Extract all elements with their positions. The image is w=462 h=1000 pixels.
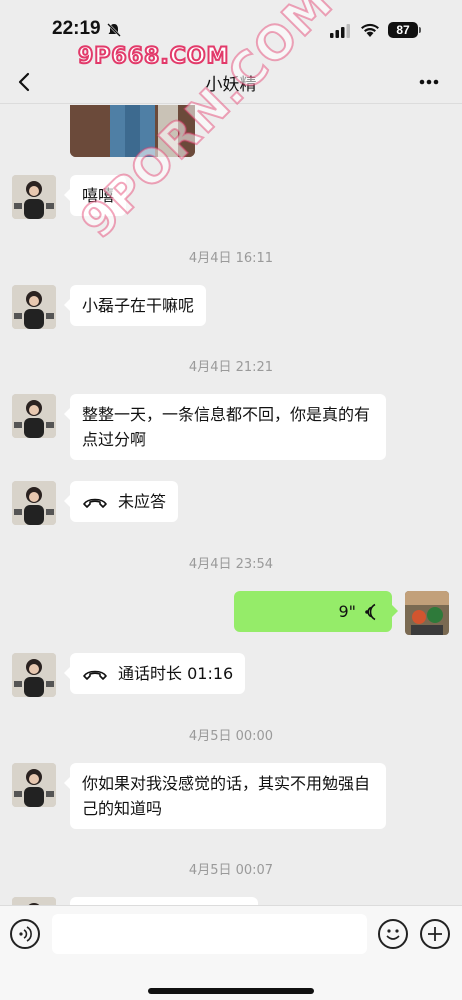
phone-icon: [83, 670, 107, 680]
message-bubble[interactable]: 嘻嘻: [63, 175, 127, 216]
voice-duration: 9": [338, 602, 356, 621]
status-time: 22:19: [52, 18, 101, 39]
message-bubble[interactable]: 整整一天，一条信息都不回，你是真的有点过分啊: [64, 394, 386, 460]
message-bubble[interactable]: [70, 897, 258, 905]
voice-message-bubble[interactable]: 9": [234, 591, 398, 632]
signal-icon: [330, 24, 350, 38]
input-bar: [0, 905, 462, 1000]
message-bubble[interactable]: 你如果对我没感觉的话，其实不用勉强自己的知道吗: [64, 763, 386, 829]
timestamp: 4月4日 23:54: [188, 557, 274, 572]
contact-avatar[interactable]: [12, 763, 56, 807]
battery-indicator: 87: [388, 22, 418, 38]
timestamp: 4月5日 00:00: [188, 729, 274, 744]
watermark-top: 9P668.COM: [77, 43, 230, 70]
chat-title: 小妖精: [205, 75, 257, 95]
message-bubble[interactable]: 小磊子在干嘛呢: [63, 285, 207, 326]
message-text: 整整一天，一条信息都不回，你是真的有点过分啊: [82, 405, 371, 449]
message-text: 嘻嘻: [82, 186, 115, 205]
contact-avatar[interactable]: [12, 653, 56, 697]
contact-avatar[interactable]: [12, 285, 56, 329]
chat-area[interactable]: 嘻嘻 4月4日 16:11 小磊子在干嘛呢 4月4日 21:21 整整一天，一条…: [0, 105, 462, 905]
wifi-icon: [361, 23, 379, 37]
timestamp: 4月4日 16:11: [188, 251, 274, 266]
plus-icon[interactable]: [420, 919, 450, 949]
call-record-bubble[interactable]: 未应答: [63, 481, 179, 522]
timestamp: 4月4日 21:21: [188, 360, 274, 375]
voice-wave-icon: [365, 603, 376, 620]
my-avatar[interactable]: [405, 591, 449, 635]
call-status-text: 未应答: [118, 492, 167, 511]
bell-mute-icon: [107, 23, 121, 37]
contact-avatar[interactable]: [12, 175, 56, 219]
call-duration-text: 通话时长 01:16: [118, 664, 234, 683]
contact-avatar[interactable]: [12, 481, 56, 525]
chat-header: 小妖精: [0, 60, 462, 104]
home-indicator: [148, 988, 314, 994]
emoji-icon[interactable]: [378, 919, 408, 949]
status-bar: 22:19 87: [0, 0, 462, 60]
call-record-bubble[interactable]: 通话时长 01:16: [63, 653, 246, 694]
contact-avatar[interactable]: [12, 897, 56, 905]
image-message[interactable]: [70, 105, 195, 157]
message-text: 小磊子在干嘛呢: [82, 296, 195, 315]
message-text: 你如果对我没感觉的话，其实不用勉强自己的知道吗: [82, 774, 371, 818]
voice-icon[interactable]: [10, 919, 40, 949]
more-icon[interactable]: [414, 68, 444, 96]
message-input[interactable]: [52, 914, 367, 954]
timestamp: 4月5日 00:07: [188, 863, 274, 878]
phone-icon: [83, 498, 107, 508]
contact-avatar[interactable]: [12, 394, 56, 438]
battery-cap: [419, 27, 421, 33]
